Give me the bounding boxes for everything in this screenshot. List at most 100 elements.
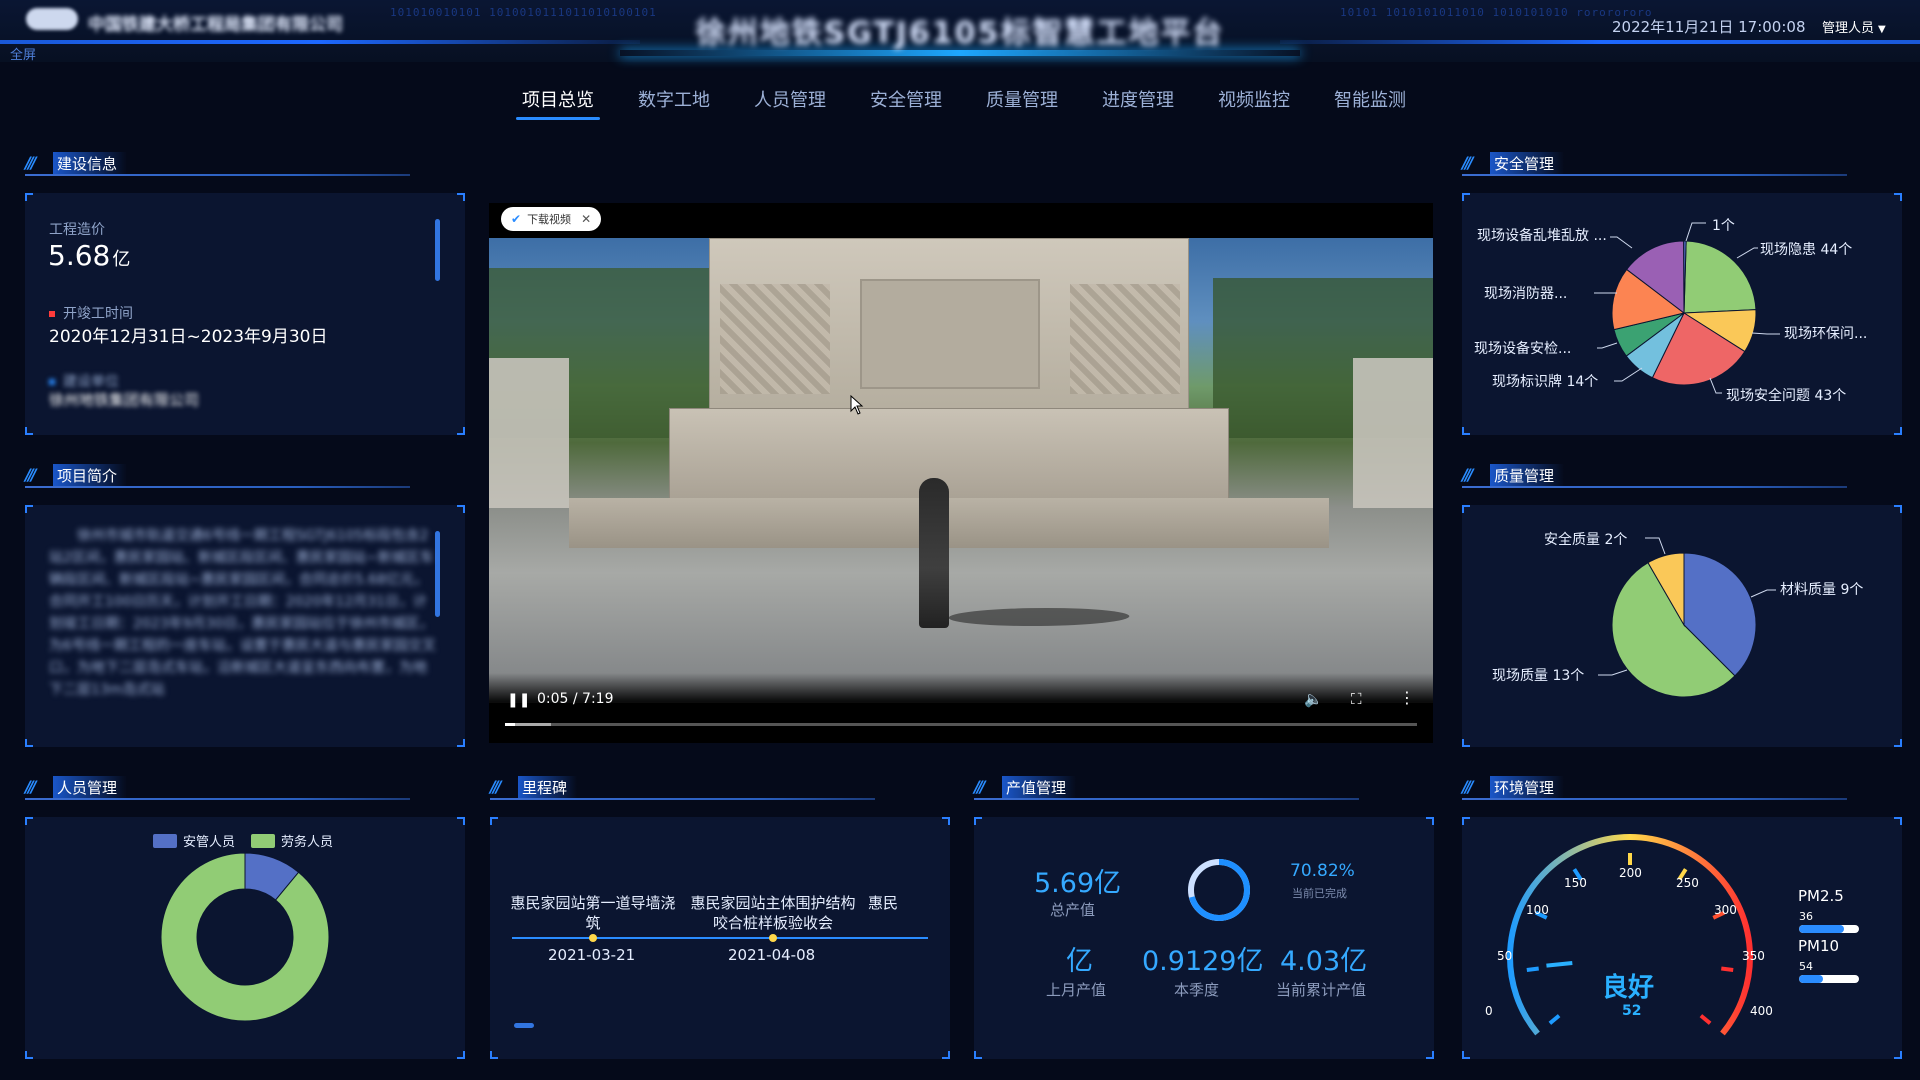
leader-line	[1598, 669, 1628, 676]
pie-slice-2[interactable]	[160, 852, 330, 1022]
user-menu[interactable]: 管理人员 ▼	[1822, 17, 1886, 36]
more-options-icon[interactable]: ⋮	[1399, 688, 1415, 707]
leader-line	[1709, 377, 1722, 394]
fullscreen-icon[interactable]: ⛶	[1351, 690, 1362, 708]
video-scene-pavilion	[489, 358, 569, 508]
panel-corner	[457, 505, 465, 513]
video-scene-base	[569, 498, 1329, 548]
intro-panel: 徐州市城市轨道交通6号线一期工程SGTJ6105标段包含2站2区间，惠民家园站、…	[25, 505, 465, 747]
close-icon[interactable]: ✕	[581, 212, 591, 226]
aqi-value: 52	[1622, 1003, 1642, 1019]
pie-label: 现场质量 13个	[1492, 668, 1585, 684]
milestone-dot[interactable]	[589, 934, 597, 942]
company-logo	[26, 8, 78, 30]
user-name: 管理人员	[1822, 21, 1875, 36]
personnel-donut-chart[interactable]	[25, 817, 465, 1059]
slash-icon: ///	[25, 153, 36, 172]
slash-icon: ///	[25, 777, 36, 796]
section-underline	[1462, 798, 1847, 800]
panel-corner	[457, 193, 465, 201]
tab-progress[interactable]: 进度管理	[1080, 86, 1196, 118]
pm25-bar-fill	[1799, 925, 1844, 933]
environment-panel: 0 50 100 150 200 250 300 350 400 良好 52 P…	[1462, 817, 1902, 1059]
tab-personnel[interactable]: 人员管理	[732, 86, 848, 118]
milestone-title: 惠民	[868, 894, 899, 912]
section-title: 安全管理	[1490, 152, 1565, 175]
download-video-label: 下载视频	[527, 213, 572, 226]
red-dot-icon	[49, 311, 55, 317]
pause-icon[interactable]: ❚❚	[507, 692, 530, 708]
output-value-panel: 5.69亿 总产值 70.82% 当前已完成 亿 上月产值 0.9129亿 本季…	[974, 817, 1434, 1059]
leader-line	[1597, 342, 1618, 349]
cost-value: 5.68 亿	[48, 239, 130, 272]
video-progress-bar[interactable]	[505, 723, 1417, 726]
video-scene-relief	[720, 284, 830, 394]
section-build-info: /// 建设信息	[25, 150, 410, 176]
builder-value: 徐州地铁集团有限公司	[49, 391, 200, 409]
pie-label: 安全质量 2个	[1544, 532, 1628, 548]
binary-decoration-right: 10101 1010101011010 1010101010 rorororor…	[1340, 6, 1653, 19]
video-controls: ❚❚ 0:05 / 7:19 🔈 ⛶ ⋮	[489, 673, 1433, 743]
pie-label: 现场隐患 44个	[1760, 242, 1853, 258]
volume-icon[interactable]: 🔈	[1304, 690, 1323, 708]
scrollbar-thumb[interactable]	[435, 219, 440, 281]
video-scene-monument	[709, 238, 1189, 413]
video-frame[interactable]	[489, 238, 1433, 703]
video-scene-person	[919, 478, 949, 628]
video-player[interactable]: ✔ 下载视频 ✕ ❚❚ 0:05 / 7:19 🔈 ⛶ ⋮	[489, 203, 1433, 743]
platform-title: 徐州地铁SGTJ6105标智慧工地平台	[695, 16, 1225, 51]
section-underline	[490, 798, 875, 800]
tab-safety[interactable]: 安全管理	[848, 86, 964, 118]
panel-corner	[974, 1051, 982, 1059]
milestone-date: 2021-03-21	[548, 946, 636, 964]
panel-corner	[25, 505, 33, 513]
total-output-value: 5.69亿	[1034, 868, 1122, 899]
panel-corner	[457, 739, 465, 747]
pie-label: 材料质量 9个	[1780, 582, 1864, 598]
panel-corner	[490, 817, 498, 825]
leader-line	[1751, 332, 1780, 335]
chevron-down-icon: ▼	[1878, 24, 1886, 35]
video-scene-inscription	[860, 279, 1040, 389]
tab-quality[interactable]: 质量管理	[964, 86, 1080, 118]
gauge-tick	[1721, 966, 1734, 973]
leader-line	[1614, 367, 1643, 382]
quality-pie-chart[interactable]	[1462, 505, 1902, 747]
completion-percent: 70.82%	[1290, 861, 1355, 881]
build-info-panel: 工程造价 5.68 亿 开竣工时间 2020年12月31日~2023年9月30日 …	[25, 193, 465, 435]
cumulative-value: 4.03亿	[1280, 946, 1368, 977]
pm10-bar	[1799, 975, 1859, 983]
video-scene-shadow	[941, 608, 1137, 626]
panel-corner	[1894, 1051, 1902, 1059]
tab-video[interactable]: 视频监控	[1196, 86, 1312, 118]
panel-corner	[1894, 817, 1902, 825]
gauge-tick-label: 50	[1497, 949, 1513, 963]
milestone-title: 惠民家园站第一道导墙浇筑	[510, 894, 676, 932]
tab-overview[interactable]: 项目总览	[500, 86, 616, 120]
pie-label: 现场环保问...	[1784, 326, 1868, 342]
pm10-bar-fill	[1799, 975, 1823, 983]
gauge-tick-label: 350	[1742, 949, 1765, 963]
section-title: 质量管理	[1490, 464, 1565, 487]
gauge-pointer	[1546, 960, 1573, 968]
quarter-label: 本季度	[1174, 981, 1220, 999]
cost-unit: 亿	[112, 249, 131, 270]
panel-corner	[942, 1051, 950, 1059]
fullscreen-button[interactable]: 全屏	[10, 44, 36, 63]
pm25-bar	[1799, 925, 1859, 933]
datetime: 2022年11月21日 17:00:08	[1612, 18, 1806, 36]
gauge-tick	[1699, 1014, 1712, 1025]
tab-digital-site[interactable]: 数字工地	[616, 86, 732, 118]
pie-label: 现场标识牌 14个	[1492, 374, 1599, 390]
pie-slice-1[interactable]	[1683, 240, 1757, 314]
tab-monitoring[interactable]: 智能监测	[1312, 86, 1428, 118]
milestone-dot[interactable]	[769, 934, 777, 942]
header-bar-left	[0, 40, 640, 44]
download-video-button[interactable]: ✔ 下载视频 ✕	[501, 207, 602, 231]
gauge-tick-label: 200	[1619, 866, 1642, 880]
section-environment: /// 环境管理	[1462, 774, 1847, 800]
section-underline	[1462, 174, 1847, 176]
horizontal-scrollbar-thumb[interactable]	[514, 1023, 534, 1028]
section-underline	[1462, 486, 1847, 488]
milestone-panel: 惠民家园站第一道导墙浇筑 惠民家园站主体围护结构咬合桩样板验收会 惠民 2021…	[490, 817, 950, 1059]
